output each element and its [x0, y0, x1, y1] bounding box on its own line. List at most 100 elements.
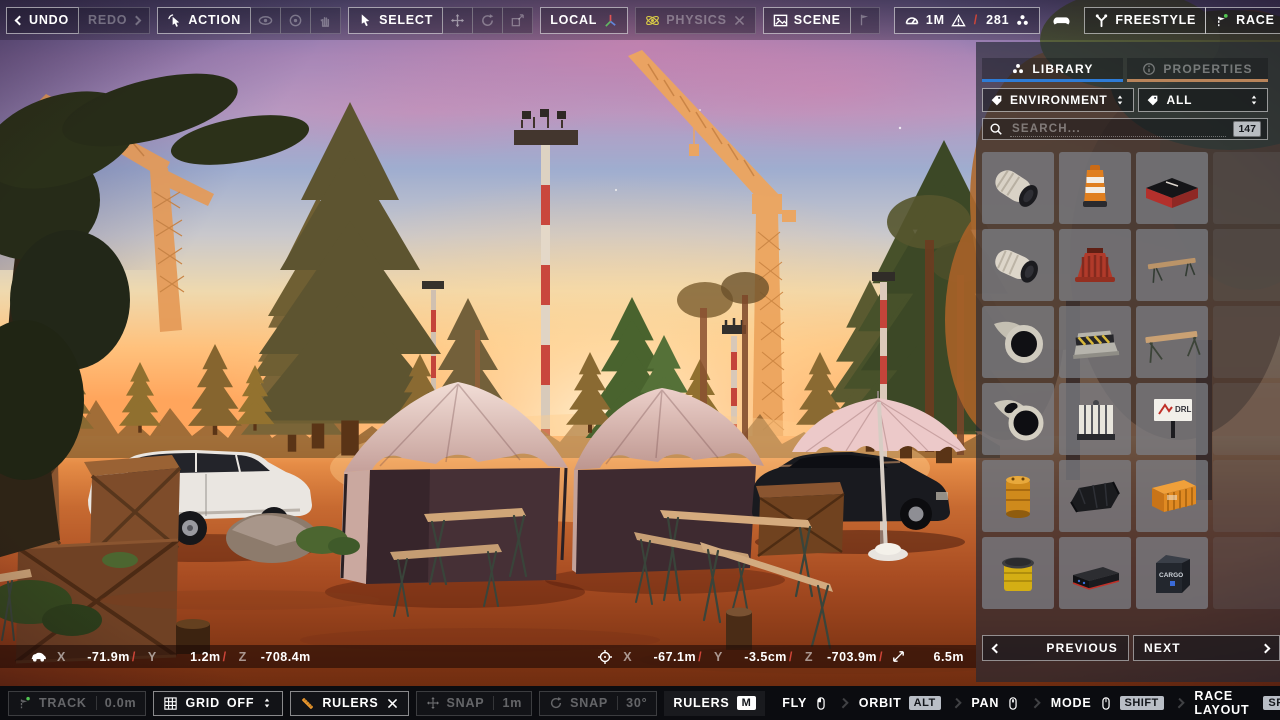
barrier-roll-thumb — [986, 156, 1050, 220]
library-item-folding-bench[interactable] — [1136, 229, 1208, 301]
cursor-x-label: X — [623, 650, 632, 664]
move-icon — [451, 13, 464, 26]
cursor-coordinates: X -67.1m / Y -3.5cm / Z -703.9m / 6.5m — [597, 649, 964, 665]
steering-yoke-icon — [1096, 14, 1107, 26]
grid-icon — [165, 697, 176, 708]
fly-hint[interactable]: FLY — [772, 696, 838, 711]
rulers-toggle-button[interactable]: RULERS — [290, 691, 408, 716]
next-page-button[interactable]: NEXT — [1133, 635, 1280, 661]
visibility-button[interactable] — [250, 7, 281, 34]
bench-thumb — [1140, 233, 1204, 297]
scene-group: SCENE — [763, 7, 880, 34]
search-icon — [991, 124, 1001, 134]
library-item-fuselage-section[interactable] — [982, 306, 1054, 378]
cargo-container-thumb: CARGO — [1140, 541, 1204, 605]
pan-hint[interactable]: PAN — [961, 696, 1030, 711]
plastic-barrier-thumb — [1063, 233, 1127, 297]
redo-button[interactable]: REDO — [78, 7, 150, 34]
image-icon — [774, 15, 786, 25]
category-dropdown[interactable]: ENVIRONMENT — [982, 88, 1134, 112]
library-item-inflatable-barrier-roll[interactable] — [982, 152, 1054, 224]
move-tool-button[interactable] — [442, 7, 473, 34]
race-layout-hint[interactable]: RACE LAYOUTSPACE — [1184, 689, 1280, 717]
camera-z-label: Z — [239, 650, 247, 664]
track-length-button[interactable]: TRACK 0.0m — [8, 691, 146, 716]
camera-x-label: X — [57, 650, 66, 664]
grid-toggle-button[interactable]: GRID OFF — [153, 691, 283, 716]
camera-x-value: -71.9m — [72, 650, 130, 664]
physics-button[interactable]: PHYSICS — [635, 7, 755, 34]
cursor-y-value: -3.5cm — [729, 650, 787, 664]
local-space-button[interactable]: LOCAL — [540, 7, 628, 34]
barrel-table-thumb — [986, 541, 1050, 605]
library-item-road-case[interactable] — [1059, 537, 1131, 609]
library-item-plastic-barrier[interactable] — [1059, 229, 1131, 301]
library-item-cargo-container[interactable]: CARGO — [1136, 537, 1208, 609]
search-input[interactable] — [1010, 122, 1226, 137]
cursor-z-value: -703.9m — [819, 650, 877, 664]
mouse-icon — [1102, 697, 1108, 708]
tab-properties[interactable]: PROPERTIES — [1127, 58, 1268, 82]
orbit-hint[interactable]: ORBITALT — [849, 696, 951, 710]
rotate-tool-button[interactable] — [472, 7, 503, 34]
library-item-fuselage-windows[interactable] — [982, 383, 1054, 455]
snap-move-button[interactable]: SNAP 1m — [416, 691, 533, 716]
chevron-right-icon — [132, 15, 142, 25]
library-item-modular-ramp[interactable] — [1136, 152, 1208, 224]
library-item-folding-table[interactable] — [1136, 306, 1208, 378]
updown-icon — [1118, 96, 1123, 105]
camera-z-value: -708.4m — [253, 650, 311, 664]
freestyle-button[interactable]: FREESTYLE — [1084, 7, 1206, 34]
tab-library[interactable]: LIBRARY — [982, 58, 1123, 82]
subfilter-dropdown[interactable]: ALL — [1138, 88, 1268, 112]
library-item-billboard[interactable]: DRL — [1136, 383, 1208, 455]
race-flag-icon — [1219, 13, 1228, 25]
table-thumb — [1140, 310, 1204, 374]
cursor-z-label: Z — [805, 650, 813, 664]
shipping-container-thumb — [1140, 464, 1204, 528]
undo-redo-group: UNDO REDO — [6, 7, 150, 34]
action-button[interactable]: ACTION — [157, 7, 251, 34]
editor-window: UNDO REDO ACTION SELECT LOCAL PHYSICS SC… — [0, 0, 1280, 720]
scale-tool-button[interactable] — [502, 7, 533, 34]
eye-icon — [259, 16, 271, 24]
previous-page-button[interactable]: PREVIOUS — [982, 635, 1129, 661]
undo-button[interactable]: UNDO — [6, 7, 79, 34]
library-panel: LIBRARY PROPERTIES ENVIRONMENT ALL 147 — [976, 42, 1280, 682]
chevron-separator — [951, 698, 961, 708]
library-item-traffic-barrel[interactable] — [1059, 152, 1131, 224]
camera-y-value: 1.2m — [163, 650, 221, 664]
grab-button[interactable] — [310, 7, 341, 34]
mode-hint[interactable]: MODESHIFT — [1041, 696, 1174, 711]
warning-icon — [952, 15, 964, 25]
cursor-y-label: Y — [714, 650, 723, 664]
camera-y-label: Y — [148, 650, 157, 664]
track-length-value: 0.0m — [96, 696, 137, 710]
scene-flag-button[interactable] — [850, 7, 880, 34]
top-toolbar: UNDO REDO ACTION SELECT LOCAL PHYSICS SC… — [0, 0, 1280, 40]
hand-icon — [321, 17, 328, 25]
ruler-icon — [302, 697, 314, 709]
library-item-oil-drum[interactable] — [982, 460, 1054, 532]
library-item-barrel-table[interactable] — [982, 537, 1054, 609]
library-item-covered-container[interactable] — [1059, 460, 1131, 532]
rulers-units-button[interactable]: RULERS M — [664, 691, 765, 716]
library-item-inflatable-barrier-roll-2[interactable] — [982, 229, 1054, 301]
road-case-thumb — [1063, 541, 1127, 605]
gamepad-button[interactable] — [1046, 7, 1077, 34]
library-item-concrete-barrier[interactable] — [1059, 306, 1131, 378]
library-item-ibc-tank[interactable] — [1059, 383, 1131, 455]
slash-divider: / — [972, 13, 980, 27]
chevron-left-icon — [992, 643, 1002, 653]
library-item-shipping-container[interactable] — [1136, 460, 1208, 532]
scene-stats: 1M / 281 — [894, 7, 1041, 34]
snap-rotate-button[interactable]: SNAP 30° — [539, 691, 657, 716]
race-button[interactable]: RACE — [1205, 7, 1280, 34]
select-group: SELECT — [348, 7, 533, 34]
focus-button[interactable] — [280, 7, 311, 34]
scene-button[interactable]: SCENE — [763, 7, 851, 34]
close-icon — [388, 699, 396, 707]
action-group: ACTION — [157, 7, 341, 34]
target-icon — [290, 15, 300, 25]
select-button[interactable]: SELECT — [348, 7, 443, 34]
